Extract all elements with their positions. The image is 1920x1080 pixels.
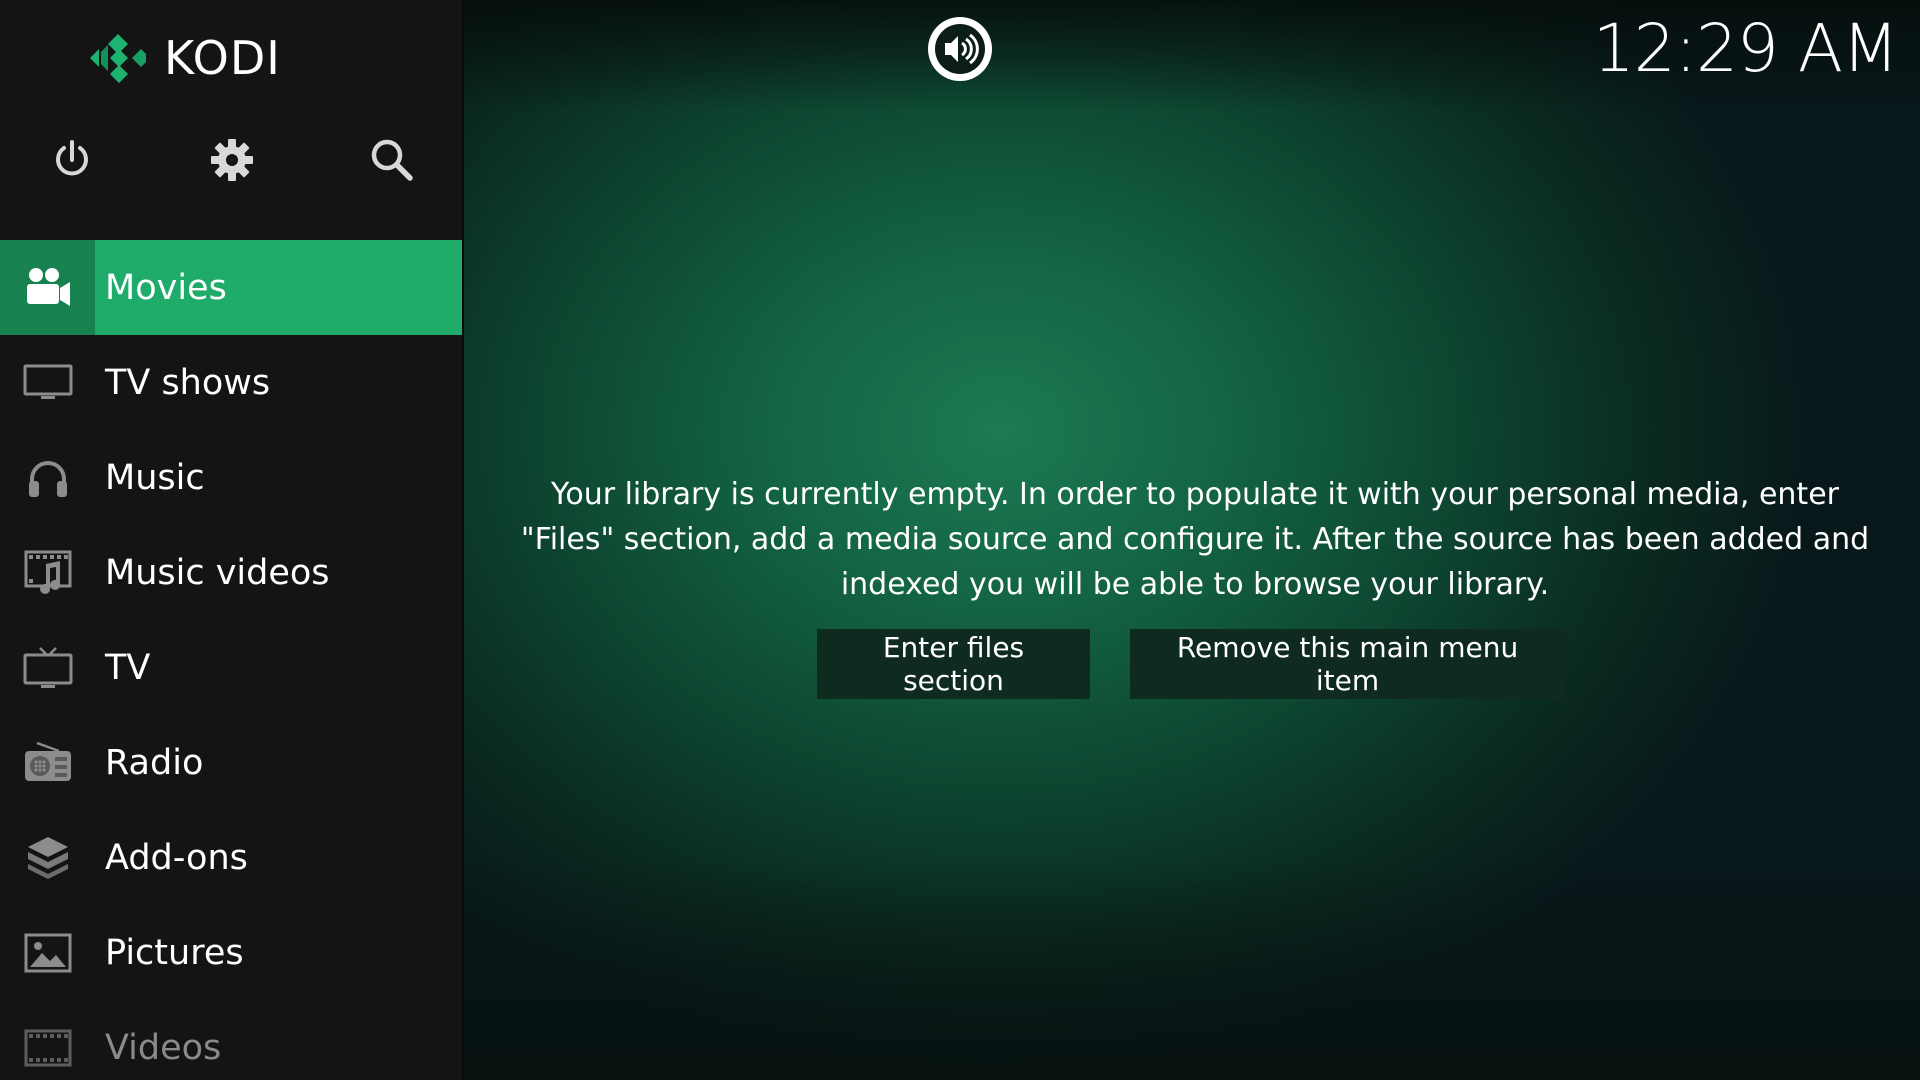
menu-item-label: Add-ons: [105, 837, 248, 878]
menu-item-label: Movies: [105, 267, 227, 308]
gear-icon: [211, 139, 253, 181]
action-buttons: Enter files section Remove this main men…: [0, 629, 1920, 699]
pictures-icon: [0, 905, 95, 1000]
kodi-logo: KODI: [88, 28, 281, 88]
tv-shows-icon: [0, 335, 95, 430]
kodi-logo-icon: [90, 34, 146, 83]
search-icon: [371, 139, 413, 181]
sidebar: KODI Movies TV shows Music Music videos …: [0, 0, 464, 1080]
headphones-icon: [0, 430, 95, 525]
search-button[interactable]: [364, 132, 420, 188]
menu-item-label: Music: [105, 457, 205, 498]
power-button[interactable]: [44, 132, 100, 188]
volume-icon: [928, 17, 992, 81]
menu-item-music-videos[interactable]: Music videos: [0, 525, 462, 620]
addons-icon: [0, 810, 95, 905]
videos-icon: [0, 1000, 95, 1080]
menu-item-music[interactable]: Music: [0, 430, 462, 525]
menu-item-tv-shows[interactable]: TV shows: [0, 335, 462, 430]
kodi-home-screen: KODI Movies TV shows Music Music videos …: [0, 0, 1920, 1080]
radio-icon: [0, 715, 95, 810]
empty-library-message: Your library is currently empty. In orde…: [520, 477, 1870, 602]
enter-files-section-button[interactable]: Enter files section: [817, 629, 1090, 699]
menu-item-add-ons[interactable]: Add-ons: [0, 810, 462, 905]
settings-button[interactable]: [204, 132, 260, 188]
movies-icon: [0, 240, 95, 335]
volume-button[interactable]: [925, 14, 995, 84]
menu-item-videos[interactable]: Videos: [0, 1000, 462, 1080]
music-videos-icon: [0, 525, 95, 620]
menu-item-label: Videos: [105, 1027, 222, 1068]
menu-item-radio[interactable]: Radio: [0, 715, 462, 810]
power-icon: [56, 140, 88, 176]
clock: 12:29 AM: [1592, 10, 1899, 87]
top-icon-bar: [0, 132, 462, 192]
menu-item-label: Radio: [105, 742, 204, 783]
menu-item-pictures[interactable]: Pictures: [0, 905, 462, 1000]
menu-item-label: Music videos: [105, 552, 330, 593]
menu-item-label: Pictures: [105, 932, 244, 973]
app-name: KODI: [164, 31, 281, 85]
remove-menu-item-button[interactable]: Remove this main menu item: [1130, 629, 1565, 699]
menu-item-movies[interactable]: Movies: [0, 240, 462, 335]
menu-item-label: TV shows: [105, 362, 271, 403]
